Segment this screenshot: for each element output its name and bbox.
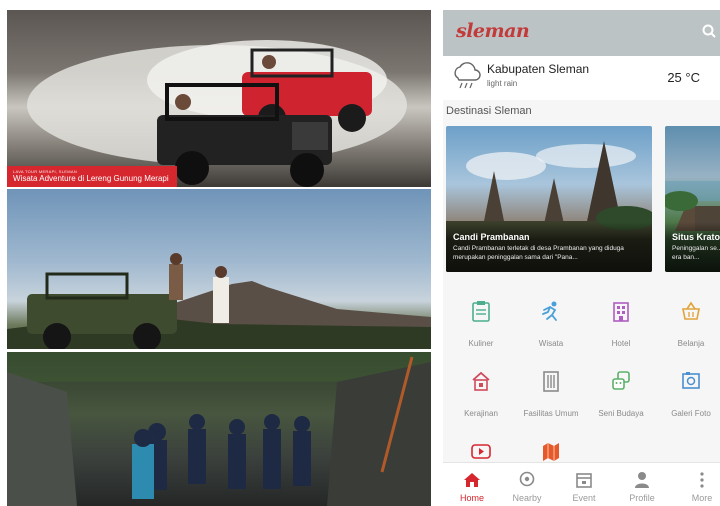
category-label: Kerajinan — [464, 409, 498, 418]
waterfall-group-photo — [7, 352, 431, 506]
card-title: Situs Krato — [672, 232, 720, 242]
more-vertical-icon — [700, 472, 704, 488]
weather-temperature: 25 °C — [667, 70, 700, 85]
home-icon — [464, 473, 480, 487]
nav-event[interactable]: Event — [555, 463, 613, 506]
category-label: Hotel — [611, 339, 631, 348]
building-icon — [543, 371, 559, 392]
destination-card[interactable]: Candi Prambanan Candi Prambanan terletak… — [446, 126, 652, 272]
category-hotel[interactable]: Hotel — [586, 292, 656, 362]
merapi-scene-illustration — [7, 253, 431, 349]
jeep-adventure-photo: LAVA TOUR MERAPI, SLEMAN Wisata Adventur… — [7, 10, 431, 187]
app-logo: sleman — [456, 20, 530, 42]
nav-label: Home — [459, 493, 484, 503]
map-icon — [543, 443, 559, 461]
merapi-mountain-photo — [7, 189, 431, 349]
nav-label: Event — [572, 493, 596, 503]
category-label: Fasilitas Umum — [523, 409, 579, 418]
waterfall-scene-illustration — [7, 352, 431, 506]
weather-widget: Kabupaten Sleman light rain 25 °C — [443, 56, 720, 100]
nav-nearby[interactable]: Nearby — [498, 463, 556, 506]
card-description: Candi Prambanan terletak di desa Pramban… — [453, 245, 624, 262]
category-label: Belanja — [677, 339, 705, 348]
photo-caption-tag: LAVA TOUR MERAPI, SLEMAN Wisata Adventur… — [7, 166, 177, 187]
weather-condition: light rain — [487, 79, 518, 88]
cloud-rain-icon — [454, 62, 481, 89]
caption-title: Wisata Adventure di Lereng Gunung Merapi — [13, 174, 169, 183]
nav-more[interactable]: More — [673, 463, 720, 506]
card-title: Candi Prambanan — [453, 232, 530, 242]
app-header: sleman — [443, 10, 720, 56]
category-label: Seni Budaya — [598, 409, 644, 418]
category-label: Galeri Foto — [671, 409, 711, 418]
masks-icon — [612, 371, 630, 390]
location-pin-icon — [519, 471, 535, 487]
bottom-navigation: Home Nearby Event Profile More — [443, 462, 720, 506]
category-seni-budaya[interactable]: Seni Budaya — [586, 362, 656, 432]
nav-profile[interactable]: Profile — [613, 463, 671, 506]
search-icon[interactable] — [702, 24, 716, 38]
hotel-icon — [613, 302, 629, 322]
category-kerajinan[interactable]: Kerajinan — [446, 362, 516, 432]
youtube-icon — [471, 444, 491, 459]
category-fasilitas-umum[interactable]: Fasilitas Umum — [516, 362, 586, 432]
person-run-icon — [542, 301, 557, 321]
basket-icon — [682, 301, 700, 320]
section-title: Destinasi Sleman — [446, 105, 532, 117]
house-icon — [472, 371, 490, 391]
sleman-app-screen: sleman Kabupaten Sleman light rain 25 °C… — [443, 10, 720, 506]
category-label: Kuliner — [468, 339, 494, 348]
category-belanja[interactable]: Belanja — [656, 292, 720, 362]
category-galeri-foto[interactable]: Galeri Foto — [656, 362, 720, 432]
photo-icon — [682, 372, 700, 389]
caption-subtitle: LAVA TOUR MERAPI, SLEMAN — [13, 169, 78, 174]
clipboard-icon — [472, 301, 490, 322]
nav-label: Nearby — [512, 493, 542, 503]
nav-label: More — [691, 493, 713, 503]
category-wisata[interactable]: Wisata — [516, 292, 586, 362]
jeep-scene-illustration — [27, 40, 407, 187]
nav-label: Profile — [629, 493, 655, 503]
destination-card[interactable]: Situs Krato Peninggalan se... situs era … — [665, 126, 720, 272]
weather-location: Kabupaten Sleman — [487, 62, 590, 76]
category-label: Wisata — [538, 339, 564, 348]
nav-home[interactable]: Home — [443, 463, 501, 506]
card-description: Peninggalan se... situs era ban... — [672, 245, 720, 262]
person-icon — [635, 472, 649, 488]
category-kuliner[interactable]: Kuliner — [446, 292, 516, 362]
calendar-icon — [576, 473, 592, 488]
